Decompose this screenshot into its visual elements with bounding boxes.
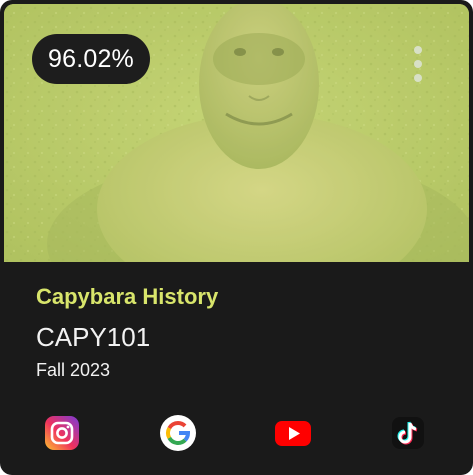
course-image[interactable]: 96.02% xyxy=(4,4,469,262)
course-code: CAPY101 xyxy=(36,322,151,352)
course-card[interactable]: 96.02% Capybara History CAPY101 Fall 202… xyxy=(0,0,473,475)
instagram-icon xyxy=(45,416,79,450)
youtube-icon xyxy=(275,421,311,446)
instagram-link[interactable] xyxy=(42,413,82,453)
grade-badge: 96.02% xyxy=(32,34,150,84)
google-link[interactable] xyxy=(158,413,198,453)
more-options-icon[interactable] xyxy=(409,44,429,88)
youtube-link[interactable] xyxy=(273,413,313,453)
google-icon xyxy=(160,415,196,451)
tiktok-icon xyxy=(392,417,424,449)
course-name[interactable]: Capybara History xyxy=(36,282,218,312)
tiktok-link[interactable] xyxy=(388,413,428,453)
social-links xyxy=(0,413,473,457)
course-term: Fall 2023 xyxy=(36,360,111,380)
